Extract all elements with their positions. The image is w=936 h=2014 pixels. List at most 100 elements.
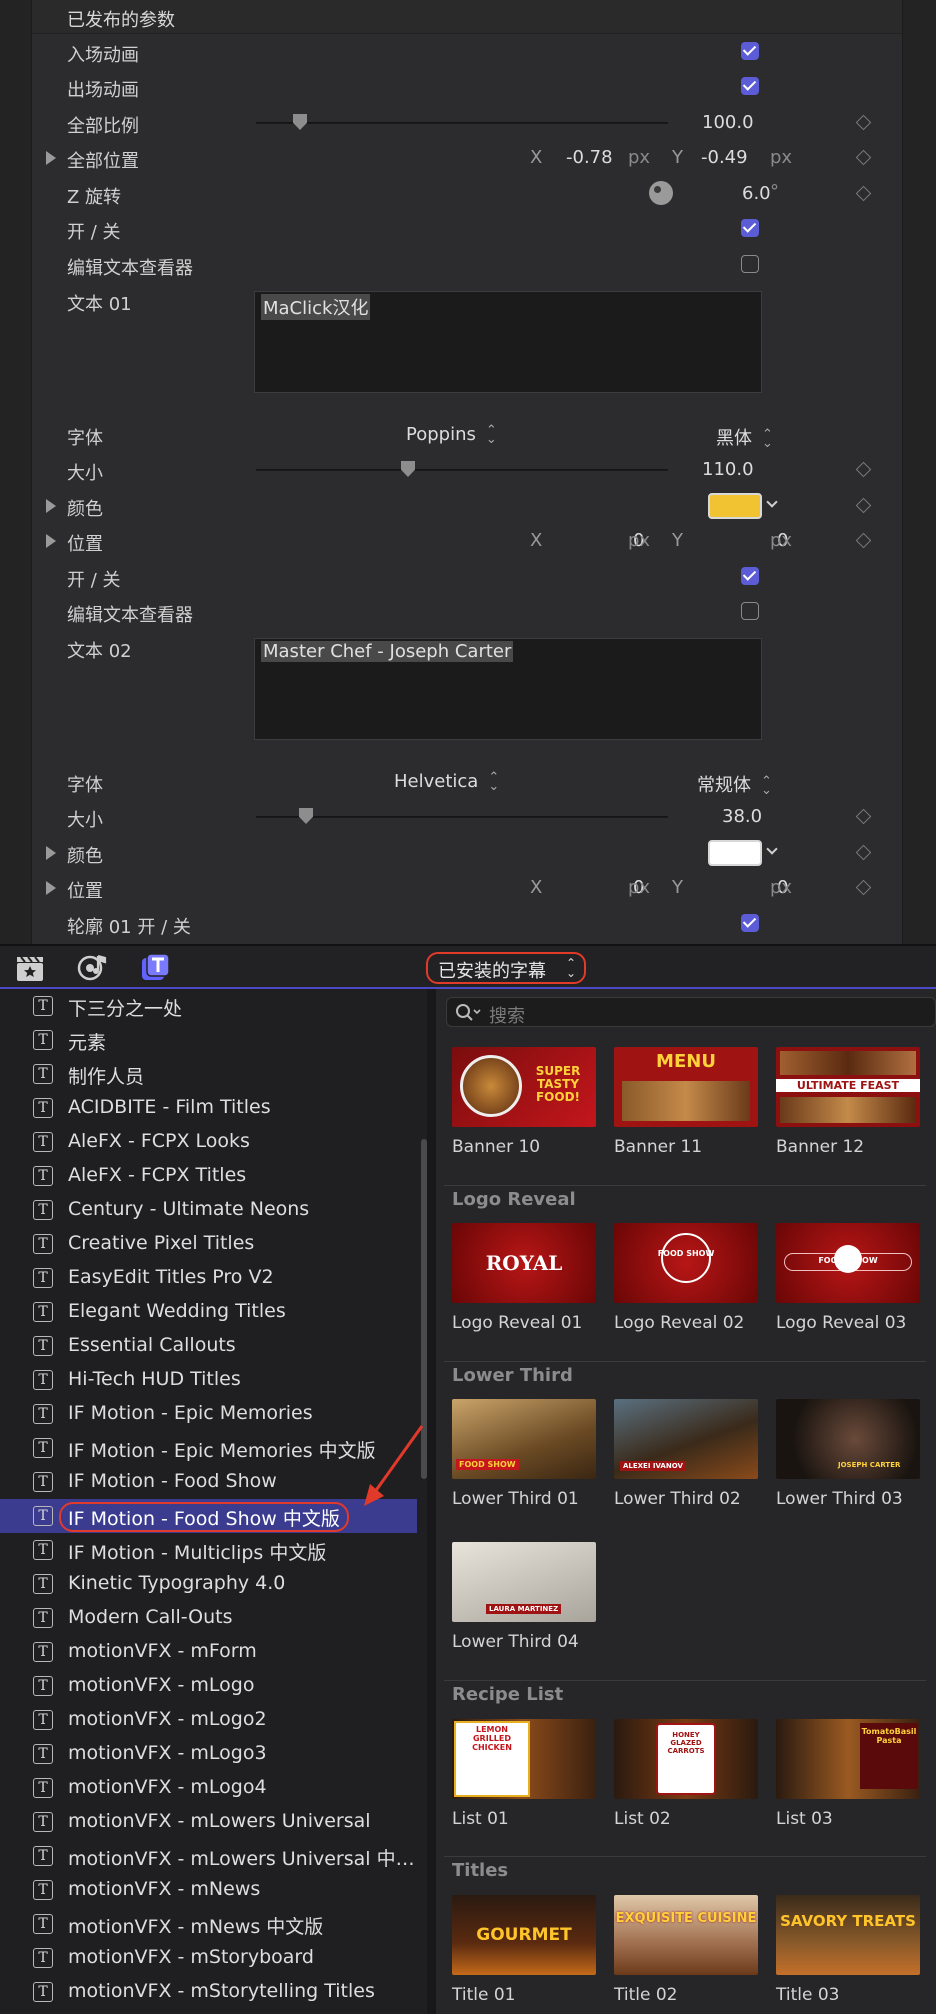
font-style-popup[interactable]: 常规体 ⌃ ⌄ [697,771,772,797]
edit-text-viewer-checkbox[interactable] [741,255,759,273]
sidebar-item[interactable]: TmotionVFX - mLogo3 [0,1737,417,1771]
lower-third-01-thumbnail[interactable]: FOOD SHOW [452,1399,596,1479]
sidebar-item[interactable]: T IF Motion - Food Show [0,1465,417,1499]
sidebar-item[interactable]: T Modern Call-Outs [0,1601,417,1635]
list-02-thumbnail[interactable]: HONEY GLAZED CARROTS [614,1719,758,1799]
sidebar-item[interactable]: TmotionVFX - mLogo4 [0,1771,417,1805]
slider-thumb[interactable] [293,114,307,130]
banner-10-thumbnail[interactable]: SUPER TASTY FOOD! [452,1047,596,1127]
keyframe-icon[interactable] [855,844,872,861]
sidebar-item[interactable]: TmotionVFX - mForm [0,1635,417,1669]
on-off-checkbox[interactable] [741,567,759,585]
param-row-size-1: 大小 110.0 [32,453,902,487]
sidebar-item[interactable]: T 下三分之一处 [0,989,417,1023]
chevron-down-icon[interactable] [766,843,778,855]
disclosure-triangle-icon[interactable] [46,499,56,513]
slider-thumb[interactable] [299,808,313,824]
text02-field[interactable]: Master Chef - Joseph Carter [254,638,762,740]
sidebar-item[interactable]: TmotionVFX - mNews 中文版 [0,1907,417,1941]
chevron-down-icon[interactable] [766,496,778,508]
sidebar-item[interactable]: TmotionVFX - mLowers Universal 中… [0,1839,417,1873]
disclosure-triangle-icon[interactable] [46,881,56,895]
font-family-popup[interactable]: Poppins ⌃ ⌄ [406,424,497,446]
sidebar-item[interactable]: T Elegant Wedding Titles [0,1295,417,1329]
size-slider[interactable] [256,808,668,824]
lower-third-04-thumbnail[interactable]: LAURA MARTINEZ [452,1542,596,1622]
font-family-popup[interactable]: Helvetica ⌃ ⌄ [394,771,499,793]
title-03-thumbnail[interactable]: SAVORY TREATS [776,1895,920,1975]
sidebar-item[interactable]: T Hi-Tech HUD Titles [0,1363,417,1397]
disclosure-triangle-icon[interactable] [46,534,56,548]
logo-reveal-02-thumbnail[interactable]: FOOD SHOW [614,1223,758,1303]
list-03-thumbnail[interactable]: TomatoBasil Pasta [776,1719,920,1799]
sidebar-item[interactable]: T Essential Callouts [0,1329,417,1363]
logo-reveal-01-thumbnail[interactable]: ROYAL [452,1223,596,1303]
sidebar-item[interactable]: T 元素 [0,1023,417,1057]
edit-text-viewer-checkbox[interactable] [741,602,759,620]
color-swatch[interactable] [708,493,762,519]
text01-field[interactable]: MaClick汉化 [254,291,762,393]
overall-scale-slider[interactable] [256,114,668,130]
list-01-thumbnail[interactable]: LEMON GRILLED CHICKEN [452,1719,596,1799]
sidebar-item[interactable]: T IF Motion - Epic Memories [0,1397,417,1431]
sidebar-item[interactable]: TmotionVFX - mLowers Universal [0,1805,417,1839]
banner-12-thumbnail[interactable]: ULTIMATE FEAST [776,1047,920,1127]
sidebar-item[interactable]: T ACIDBITE - Film Titles [0,1091,417,1125]
disclosure-triangle-icon[interactable] [46,846,56,860]
keyframe-icon[interactable] [855,497,872,514]
axis-y-label: Y [672,877,683,898]
sidebar-item[interactable]: T IF Motion - Epic Memories 中文版 [0,1431,417,1465]
sidebar-item[interactable]: TmotionVFX - mStoryboard [0,1941,417,1975]
sidebar-item[interactable]: T IF Motion - Food Show 中文版 [0,1499,417,1533]
sidebar-item[interactable]: T Kinetic Typography 4.0 [0,1567,417,1601]
sidebar-item[interactable]: T 制作人员 [0,1057,417,1091]
logo-reveal-03-thumbnail[interactable]: FOOD SHOW [776,1223,920,1303]
rotation-dial-icon[interactable] [649,181,673,205]
clapper-star-icon[interactable] [14,952,46,984]
banner-11-thumbnail[interactable]: MENU [614,1047,758,1127]
title-01-thumbnail[interactable]: GOURMET [452,1895,596,1975]
size-slider[interactable] [256,461,668,477]
keyframe-icon[interactable] [855,532,872,549]
sidebar-item[interactable]: TmotionVFX - mStorytelling Titles [0,1975,417,2009]
search-icon[interactable] [455,1003,483,1023]
sidebar-item[interactable]: T AleFX - FCPX Looks [0,1125,417,1159]
sidebar-item[interactable]: TmotionVFX - mNews [0,1873,417,1907]
on-off-checkbox[interactable] [741,219,759,237]
sidebar-item[interactable]: T IF Motion - Multiclips 中文版 [0,1533,417,1567]
keyframe-icon[interactable] [855,114,872,131]
disclosure-triangle-icon[interactable] [46,151,56,165]
music-camera-icon[interactable] [76,952,108,984]
sidebar-item[interactable]: TmotionVFX - mLogo [0,1669,417,1703]
intro-anim-checkbox[interactable] [741,42,759,60]
overall-pos-x-value[interactable]: -0.78 [566,147,613,168]
sidebar-item[interactable]: T Creative Pixel Titles [0,1227,417,1261]
sidebar-item[interactable]: T AleFX - FCPX Titles [0,1159,417,1193]
search-field[interactable]: 搜索 [446,997,936,1027]
overall-pos-y-value[interactable]: -0.49 [701,147,748,168]
z-rotation-value[interactable]: 6.0 [742,183,771,204]
installed-titles-selector[interactable]: 已安装的字幕 ⌃ ⌄ [426,952,586,984]
lower-third-03-thumbnail[interactable]: JOSEPH CARTER [776,1399,920,1479]
color-swatch[interactable] [708,840,762,866]
font-style-popup[interactable]: 黑体 ⌃ ⌄ [716,424,773,450]
param-row-on-off-1: 开 / 关 [32,212,902,246]
sidebar-item[interactable]: T Century - Ultimate Neons [0,1193,417,1227]
slider-thumb[interactable] [401,461,415,477]
title-02-thumbnail[interactable]: EXQUISITE CUISINE [614,1895,758,1975]
keyframe-icon[interactable] [855,149,872,166]
keyframe-icon[interactable] [855,461,872,478]
param-label: 全部比例 [67,116,139,137]
keyframe-icon[interactable] [855,879,872,896]
keyframe-icon[interactable] [855,185,872,202]
size-value[interactable]: 38.0 [722,806,762,827]
keyframe-icon[interactable] [855,808,872,825]
sidebar-item[interactable]: T EasyEdit Titles Pro V2 [0,1261,417,1295]
sidebar-item[interactable]: TmotionVFX - mLogo2 [0,1703,417,1737]
lower-third-02-thumbnail[interactable]: ALEXEI IVANOV [614,1399,758,1479]
overall-scale-value[interactable]: 100.0 [702,112,754,133]
titles-icon[interactable] [139,952,171,984]
outline-checkbox[interactable] [741,914,759,932]
size-value[interactable]: 110.0 [702,459,754,480]
outro-anim-checkbox[interactable] [741,77,759,95]
